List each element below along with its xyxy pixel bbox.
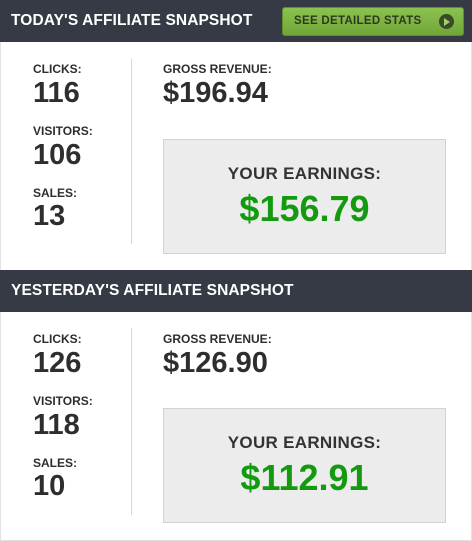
today-gross-revenue-label: GROSS REVENUE: — [163, 62, 272, 76]
yesterday-sales-label: SALES: — [33, 456, 78, 470]
today-visitors-label: VISITORS: — [33, 124, 93, 138]
yesterday-earnings-box: YOUR EARNINGS: $112.91 — [163, 408, 446, 523]
yesterday-earnings-value: $112.91 — [240, 457, 369, 498]
today-sales-label: SALES: — [33, 186, 78, 200]
yesterday-clicks-label: CLICKS: — [33, 332, 82, 346]
yesterday-snapshot-panel: YESTERDAY'S AFFILIATE SNAPSHOT CLICKS: 1… — [0, 270, 472, 541]
yesterday-gross-revenue-label: GROSS REVENUE: — [163, 332, 272, 346]
yesterday-sales-value: 10 — [33, 470, 66, 502]
today-snapshot-title: TODAY'S AFFILIATE SNAPSHOT — [11, 12, 253, 29]
today-snapshot-header: TODAY'S AFFILIATE SNAPSHOT SEE DETAILED … — [0, 0, 472, 42]
today-earnings-label: YOUR EARNINGS: — [227, 164, 382, 183]
yesterday-column-divider — [131, 328, 132, 515]
yesterday-gross-revenue-value: $126.90 — [163, 347, 268, 379]
yesterday-snapshot-title: YESTERDAY'S AFFILIATE SNAPSHOT — [11, 282, 294, 299]
today-earnings-box: YOUR EARNINGS: $156.79 — [163, 139, 446, 254]
yesterday-earnings-label: YOUR EARNINGS: — [227, 433, 382, 452]
today-sales-value: 13 — [33, 200, 66, 232]
yesterday-visitors-value: 118 — [33, 409, 80, 441]
play-circle-icon — [439, 14, 454, 29]
see-detailed-stats-button[interactable]: SEE DETAILED STATS — [282, 7, 464, 36]
today-column-divider — [131, 58, 132, 244]
yesterday-visitors-label: VISITORS: — [33, 394, 93, 408]
today-snapshot-panel: TODAY'S AFFILIATE SNAPSHOT SEE DETAILED … — [0, 0, 472, 270]
see-detailed-stats-label: SEE DETAILED STATS — [294, 15, 422, 27]
today-clicks-label: CLICKS: — [33, 62, 82, 76]
today-clicks-value: 116 — [33, 77, 80, 109]
yesterday-clicks-value: 126 — [33, 347, 82, 379]
yesterday-snapshot-header: YESTERDAY'S AFFILIATE SNAPSHOT — [0, 270, 472, 312]
today-earnings-value: $156.79 — [239, 188, 370, 229]
today-gross-revenue-value: $196.94 — [163, 77, 268, 109]
yesterday-snapshot-body: CLICKS: 126 VISITORS: 118 SALES: 10 GROS… — [0, 312, 472, 541]
today-visitors-value: 106 — [33, 139, 82, 171]
today-snapshot-body: CLICKS: 116 VISITORS: 106 SALES: 13 GROS… — [0, 42, 472, 270]
